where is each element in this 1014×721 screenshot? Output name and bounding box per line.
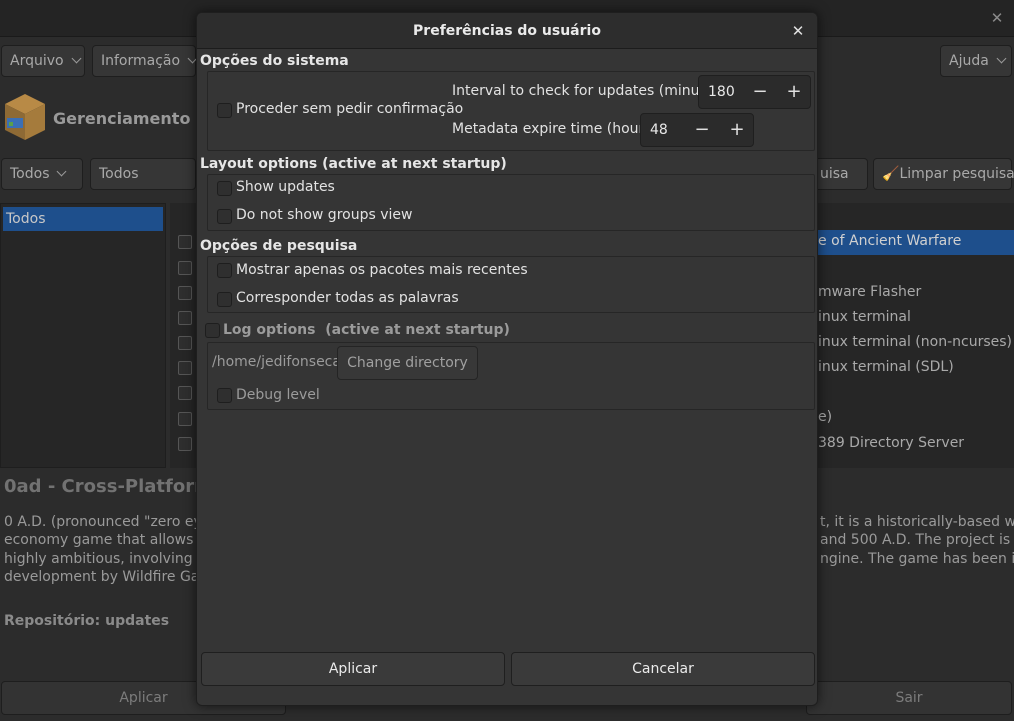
package-checkbox[interactable] [178,361,192,375]
match-all-checkbox[interactable] [217,292,232,307]
broom-icon: 🧹 [882,166,900,182]
package-checkbox[interactable] [178,235,192,249]
confirm-label: Proceder sem pedir confirmação [236,101,464,117]
minus-icon[interactable]: − [685,114,719,146]
quit-button[interactable]: Sair [806,681,1012,715]
package-row-name[interactable]: 389 Directory Server [818,435,964,451]
plus-icon[interactable]: + [720,114,754,146]
description-line: ngine. The game has been in [820,551,1014,567]
group-sidebar: Todos [0,203,166,468]
description-line: and 500 A.D. The project is [820,532,1011,548]
change-directory-button[interactable]: Change directory [337,346,478,380]
log-options-heading: Log options (active at next startup) [223,322,510,338]
package-checkbox[interactable] [178,386,192,400]
clear-search-button[interactable]: 🧹Limpar pesquisa [873,158,1014,190]
metadata-expire-stepper[interactable]: 48 − + [640,113,754,147]
package-checkbox[interactable] [178,412,192,426]
metadata-expire-label: Metadata expire time (hours) [452,121,658,137]
description-line: t, it is a historically-based war/ [820,514,1014,530]
package-row-name[interactable]: e) [818,409,832,425]
package-row-name[interactable]: mware Flasher [818,284,921,300]
metadata-expire-value[interactable]: 48 [650,114,668,146]
newest-only-label: Mostrar apenas os pacotes mais recentes [236,262,528,278]
apply-button[interactable]: Aplicar [201,652,505,686]
chevron-down-icon [71,53,82,64]
main-app-title: Gerenciamento de [53,109,219,128]
search-options-heading: Opções de pesquisa [200,238,358,254]
package-row-name[interactable]: inux terminal (SDL) [818,359,954,375]
dialog-header: Preferências do usuário ✕ [197,13,817,49]
menu-ajuda[interactable]: Ajuda [940,45,1012,77]
no-groups-checkbox[interactable] [217,209,232,224]
package-description-title: 0ad - Cross-Platforr [4,476,203,497]
update-interval-label: Interval to check for updates (minutes) [452,83,727,99]
description-line: highly ambitious, involving stat [4,551,224,567]
package-manager-logo-icon [5,94,45,140]
dialog-title: Preferências do usuário [413,23,601,39]
log-directory-path: /home/jedifonseca [212,354,341,370]
package-checkbox[interactable] [178,437,192,451]
system-options-frame: Proceder sem pedir confirmação Interval … [207,71,815,151]
package-checkbox[interactable] [178,286,192,300]
match-all-label: Corresponder todas as palavras [236,290,459,306]
description-line: development by Wildfire Game [4,569,222,585]
menu-arquivo[interactable]: Arquivo [1,45,85,77]
repository-label: Repositório: updates [4,613,170,629]
package-row-name[interactable]: inux terminal (non-ncurses) [818,334,1012,350]
no-groups-label: Do not show groups view [236,207,413,223]
show-updates-checkbox[interactable] [217,181,232,196]
chevron-down-icon [57,166,67,177]
menu-informacao[interactable]: Informação [92,45,198,77]
plus-icon[interactable]: + [777,76,811,108]
filter-field[interactable]: Todos [90,158,196,190]
package-checkbox[interactable] [178,261,192,275]
update-interval-value[interactable]: 180 [708,76,735,108]
confirm-checkbox[interactable] [217,103,232,118]
show-updates-label: Show updates [236,179,335,195]
main-close-icon[interactable]: ✕ [986,7,1008,29]
log-options-frame: /home/jedifonseca Change directory Debug… [207,342,815,410]
package-checkbox[interactable] [178,311,192,325]
layout-options-heading: Layout options (active at next startup) [200,156,507,172]
minus-icon[interactable]: − [743,76,777,108]
filter-dropdown[interactable]: Todos [1,158,83,190]
update-interval-stepper[interactable]: 180 − + [698,75,811,109]
log-options-checkbox[interactable] [205,323,220,338]
search-button[interactable]: uisa [812,158,868,190]
preferences-dialog: Preferências do usuário ✕ Opções do sist… [196,12,818,706]
system-options-heading: Opções do sistema [200,53,349,69]
package-row-name[interactable]: e of Ancient Warfare [818,233,961,249]
package-checkbox[interactable] [178,336,192,350]
sidebar-item-todos[interactable]: Todos [3,207,163,231]
debug-level-checkbox[interactable] [217,388,232,403]
chevron-down-icon [996,53,1007,64]
cancel-button[interactable]: Cancelar [511,652,815,686]
description-line: economy game that allows pla [4,532,220,548]
search-options-frame: Mostrar apenas os pacotes mais recentes … [207,256,815,313]
package-row-name[interactable]: inux terminal [818,309,911,325]
newest-only-checkbox[interactable] [217,263,232,278]
description-line: 0 A.D. (pronounced "zero ey-de [4,514,225,530]
close-icon[interactable]: ✕ [787,20,809,42]
layout-options-frame: Show updates Do not show groups view [207,174,815,231]
debug-level-label: Debug level [236,387,320,403]
